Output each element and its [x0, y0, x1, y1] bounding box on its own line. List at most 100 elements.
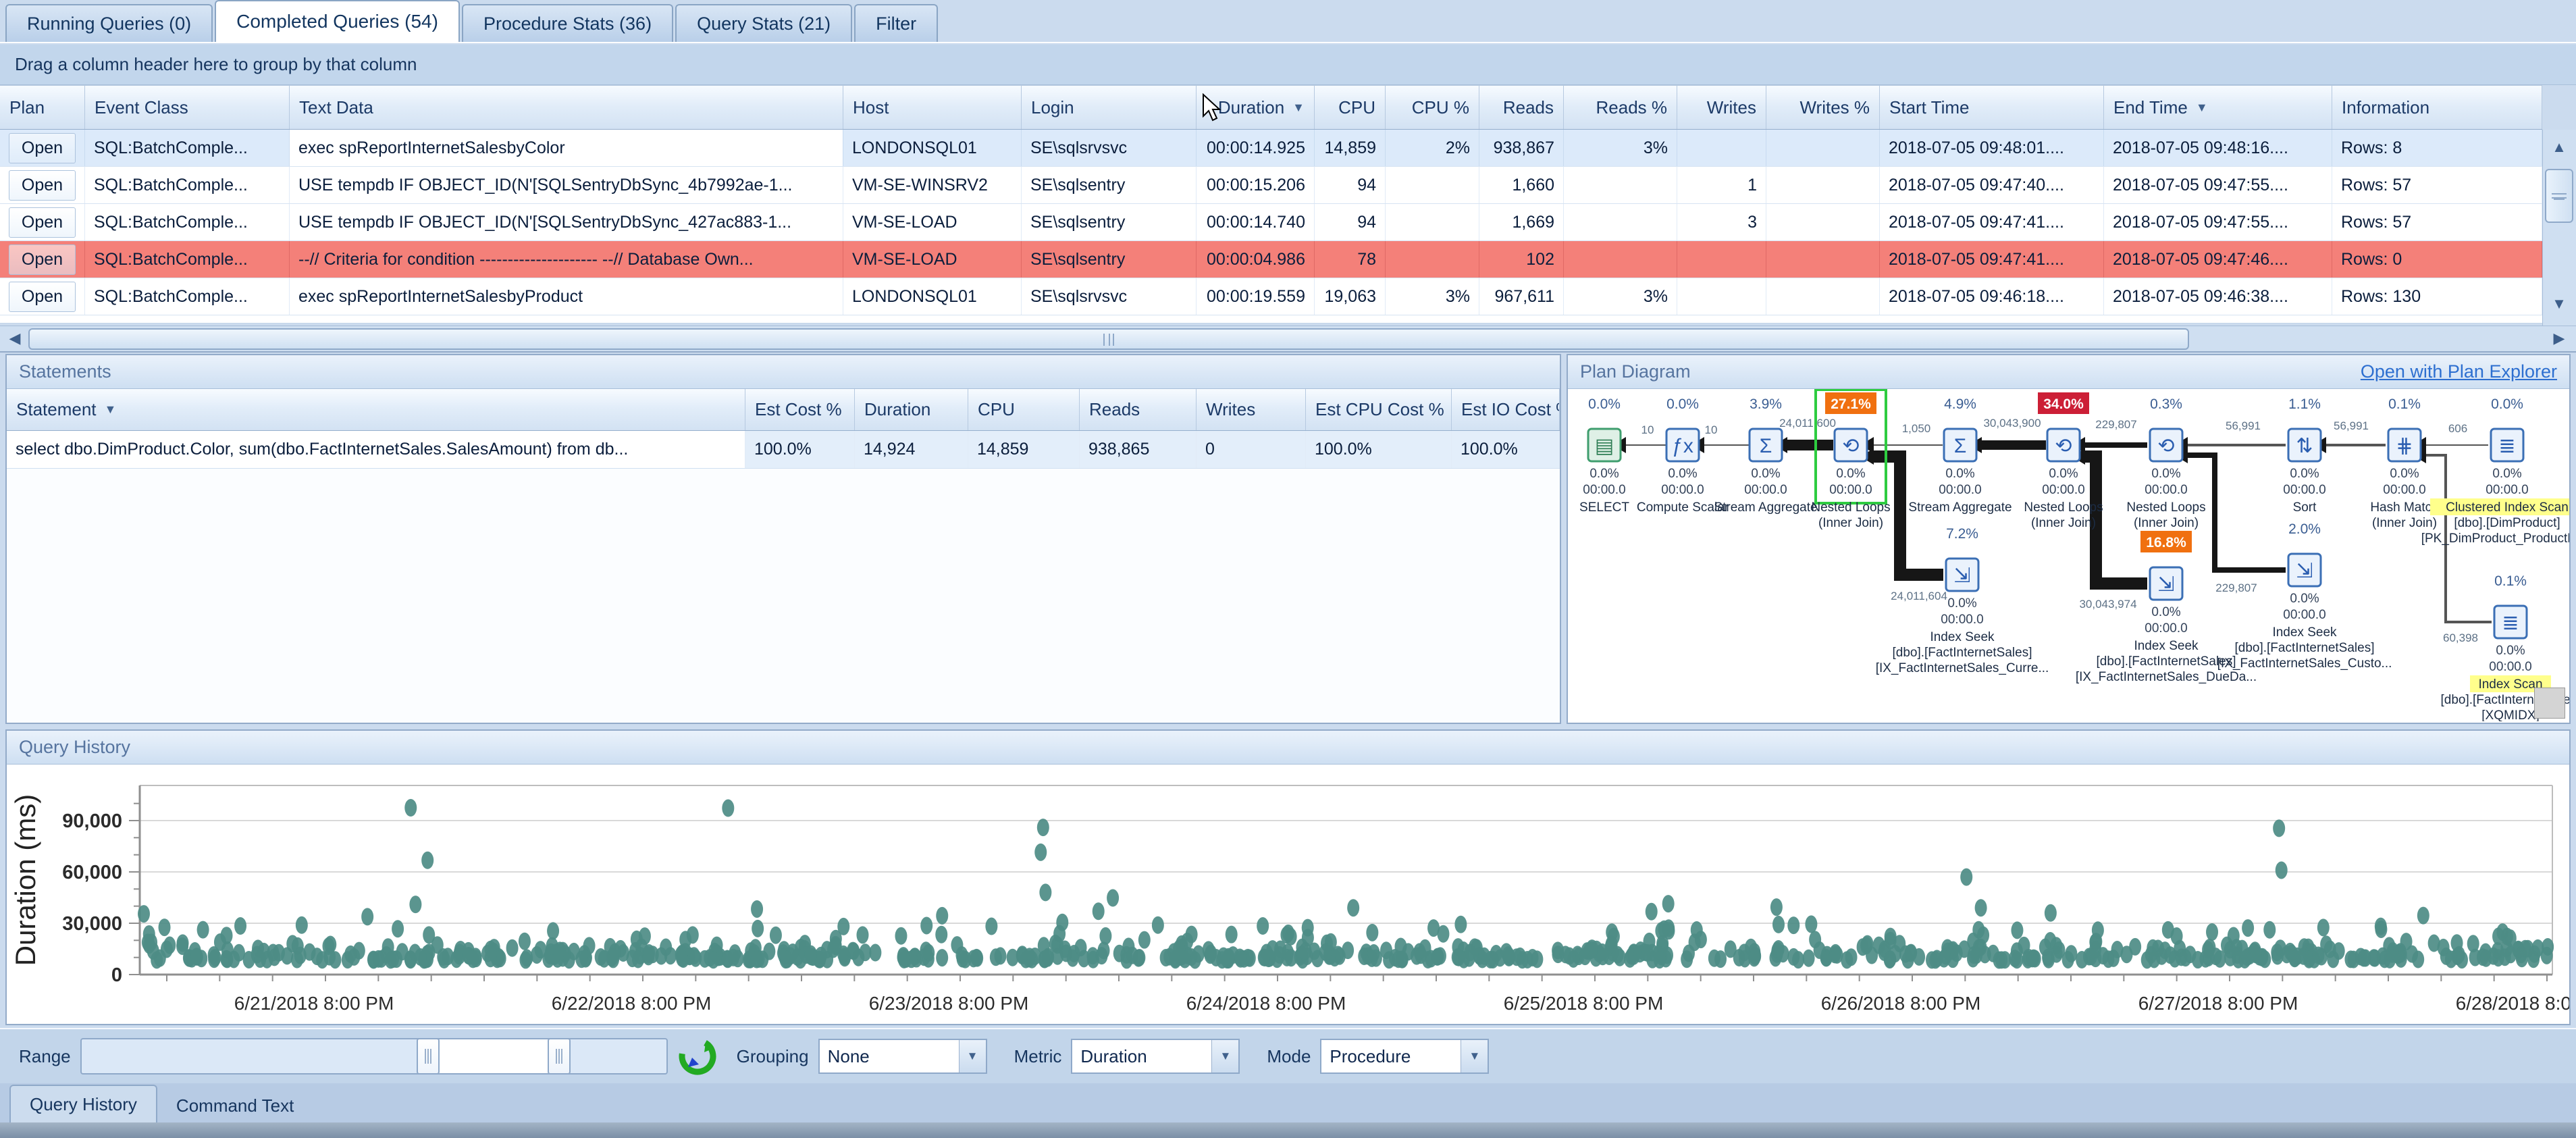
column-header-writes[interactable]: Writes [1677, 86, 1766, 129]
statements-header-row: Statement▼Est Cost %DurationCPU Reads Writ… [7, 389, 1560, 431]
column-header-cpu[interactable]: CPU [1315, 86, 1386, 129]
metric-dropdown[interactable]: Duration ▼ [1071, 1039, 1240, 1074]
column-header-reads[interactable]: Reads [1479, 86, 1564, 129]
node-cost-label: 0.3% [2150, 396, 2182, 412]
column-header-est-io-cost-[interactable]: Est IO Cost % [1452, 389, 1560, 430]
column-header-label: Text Data [299, 97, 373, 118]
scroll-right-icon[interactable]: ▶ [2546, 326, 2573, 351]
grouping-dropdown[interactable]: None ▼ [818, 1039, 987, 1074]
chevron-down-icon[interactable]: ▼ [1211, 1040, 1238, 1072]
plan-diagram-title-bar: Plan Diagram Open with Plan Explorer [1568, 355, 2569, 389]
column-header-end-time[interactable]: End Time▼ [2104, 86, 2332, 129]
range-handle-right[interactable] [548, 1038, 571, 1075]
mode-dropdown[interactable]: Procedure ▼ [1320, 1039, 1489, 1074]
cell-event-class: SQL:BatchComple... [85, 278, 290, 315]
cell-cpu: 78 [1315, 241, 1386, 278]
query-row[interactable]: OpenSQL:BatchComple...USE tempdb IF OBJE… [0, 167, 2542, 204]
mouse-cursor [1201, 93, 1224, 123]
column-header-label: CPU % [1412, 97, 1469, 118]
query-row[interactable]: OpenSQL:BatchComple...--// Criteria for … [0, 241, 2542, 278]
scatter-point [519, 933, 531, 950]
column-header-cpu-[interactable]: CPU % [1386, 86, 1479, 129]
grid-vertical-scrollbar[interactable]: ▲ ▼ [2542, 130, 2576, 326]
scatter-point [506, 939, 519, 957]
node-cost-label: 0.0% [1666, 396, 1699, 412]
scatter-point [2250, 945, 2262, 962]
column-header-text-data[interactable]: Text Data [290, 86, 843, 129]
column-header-est-cost-[interactable]: Est Cost % [745, 389, 855, 430]
column-header-reads-[interactable]: Reads % [1564, 86, 1677, 129]
query-row[interactable]: OpenSQL:BatchComple...exec spReportInter… [0, 130, 2542, 167]
scroll-down-icon[interactable]: ▼ [2546, 290, 2573, 317]
range-slider[interactable] [80, 1038, 668, 1075]
tab-completed-queries-54[interactable]: Completed Queries (54) [215, 0, 460, 42]
tab-query-stats-21[interactable]: Query Stats (21) [675, 4, 852, 42]
open-plan-button[interactable]: Open [9, 207, 76, 238]
column-header-label: Reads [1089, 399, 1140, 420]
range-handle-left[interactable] [417, 1038, 440, 1075]
column-header-statement[interactable]: Statement▼ [7, 389, 745, 430]
open-plan-button[interactable]: Open [9, 282, 76, 312]
scroll-left-icon[interactable]: ◀ [1, 326, 28, 351]
column-header-cpu[interactable]: CPU [968, 389, 1080, 430]
open-plan-button[interactable]: Open [9, 170, 76, 201]
cell-host: VM-SE-LOAD [843, 204, 1022, 240]
scatter-point [770, 927, 782, 944]
query-row[interactable]: OpenSQL:BatchComple...exec spReportInter… [0, 278, 2542, 315]
cell-plan: Open [0, 167, 85, 203]
tab-procedure-stats-36[interactable]: Procedure Stats (36) [462, 4, 673, 42]
tab-filter[interactable]: Filter [854, 4, 938, 42]
cell-host: LONDONSQL01 [843, 278, 1022, 315]
node-stat-label: 00:00.0 [1939, 483, 1981, 497]
group-by-band[interactable]: Drag a column header here to group by th… [0, 45, 2576, 85]
window-bottom-edge [0, 1122, 2576, 1138]
column-header-information[interactable]: Information [2332, 86, 2542, 129]
scatter-point [2312, 946, 2324, 964]
plan-diagram-canvas[interactable]: 101024,011,6001,05024,011,60430,043,9003… [1568, 389, 2569, 721]
column-header-host[interactable]: Host [843, 86, 1022, 129]
column-header-start-time[interactable]: Start Time [1880, 86, 2104, 129]
refresh-range-icon[interactable] [679, 1037, 716, 1075]
scroll-up-icon[interactable]: ▲ [2546, 134, 2573, 161]
scatter-point [1606, 923, 1618, 941]
query-row[interactable]: OpenSQL:BatchComple...USE tempdb IF OBJE… [0, 204, 2542, 241]
bottom-tab-command-text[interactable]: Command Text [157, 1089, 313, 1122]
column-header-est-cpu-cost-[interactable]: Est CPU Cost % [1306, 389, 1452, 430]
query-history-chart[interactable]: 030,00060,00090,000Duration (ms)6/21/201… [7, 765, 2569, 1024]
scatter-point [752, 920, 764, 937]
x-tick-label: 6/25/2018 8:00 PM [1504, 993, 1664, 1014]
statement-row[interactable]: select dbo.DimProduct.Color, sum(dbo.Fac… [7, 431, 1560, 469]
scatter-point [1662, 919, 1675, 937]
cell-event-class: SQL:BatchComple... [85, 204, 290, 240]
open-plan-button[interactable]: Open [9, 244, 76, 275]
column-header-label: Host [853, 97, 889, 118]
column-header-event-class[interactable]: Event Class [85, 86, 290, 129]
scatter-point [1347, 899, 1359, 916]
cell-reads- [1564, 167, 1677, 203]
tab-running-queries-0[interactable]: Running Queries (0) [5, 4, 213, 42]
scatter-point [1787, 916, 1799, 934]
scatter-point [1016, 946, 1028, 963]
column-header-plan[interactable]: Plan [0, 86, 85, 129]
grid-horizontal-scrollbar[interactable]: ◀ ▶ [0, 326, 2576, 353]
cell-host: LONDONSQL01 [843, 130, 1022, 166]
column-header-writes-[interactable]: Writes % [1766, 86, 1880, 129]
horizontal-scroll-thumb[interactable] [28, 328, 2189, 350]
column-header-writes[interactable]: Writes [1197, 389, 1306, 430]
chevron-down-icon[interactable]: ▼ [1461, 1040, 1488, 1072]
scatter-point [1366, 924, 1378, 941]
column-header-reads[interactable]: Reads [1080, 389, 1197, 430]
operator-glyph: ⟲ [2055, 435, 2072, 457]
x-tick-label: 6/26/2018 8:00 PM [1821, 993, 1981, 1014]
open-plan-button[interactable]: Open [9, 133, 76, 163]
column-header-duration[interactable]: Duration [855, 389, 968, 430]
vertical-scroll-thumb[interactable] [2545, 169, 2573, 223]
scatter-point [1302, 919, 1314, 937]
scatter-point [1977, 927, 1989, 944]
node-name-label: [PK_DimProduct_ProductKey] [2421, 532, 2569, 546]
open-with-plan-explorer-link[interactable]: Open with Plan Explorer [2361, 361, 2557, 382]
scatter-point [2263, 921, 2276, 939]
chevron-down-icon[interactable]: ▼ [959, 1040, 986, 1072]
column-header-login[interactable]: Login [1022, 86, 1197, 129]
bottom-tab-query-history[interactable]: Query History [9, 1085, 157, 1122]
